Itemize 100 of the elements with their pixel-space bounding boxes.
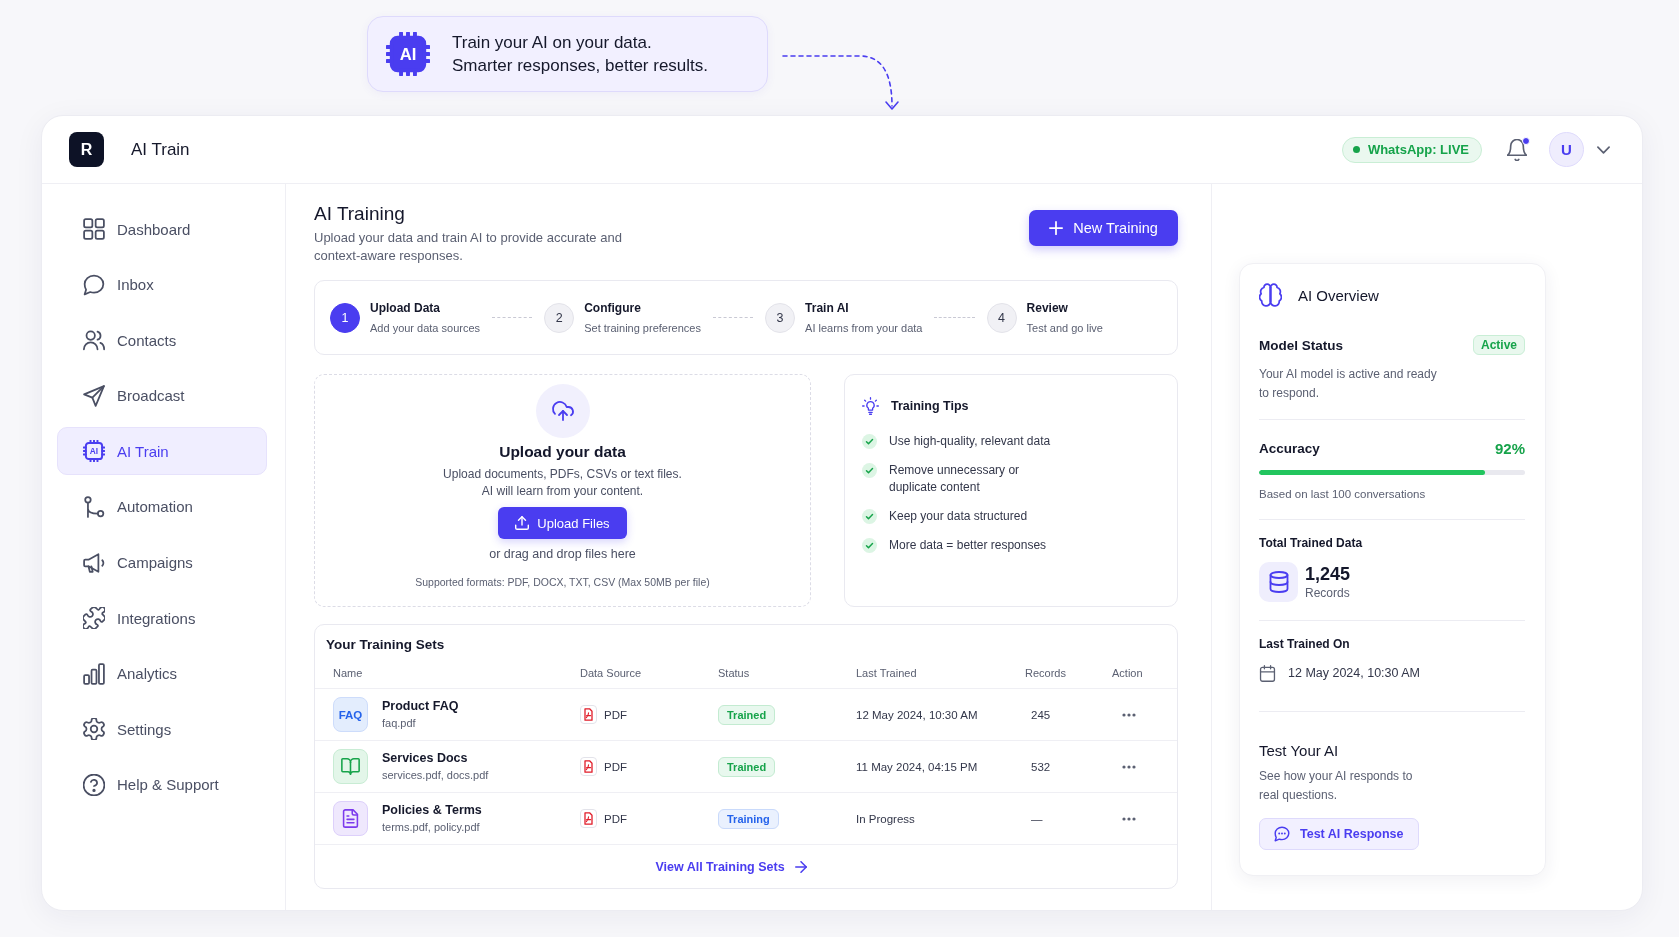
plus-icon: [1049, 221, 1064, 235]
step-title: Review: [1026, 299, 1068, 316]
avatar-button[interactable]: U: [1549, 132, 1584, 167]
settings-icon: [83, 718, 105, 741]
nav-item[interactable]: Dashboard: [57, 205, 267, 253]
last-trained: 12 May 2024, 10:30 AM: [856, 708, 978, 721]
accuracy-label: Accuracy: [1259, 440, 1320, 456]
nav-item[interactable]: Help & Support: [57, 760, 267, 809]
test-description: See how your AI responds to real questions.: [1259, 768, 1414, 804]
bar-chart-icon: [83, 662, 105, 685]
supported-formats: Supported formats: PDF, DOCX, TXT, CSV (Max 50MB per file): [415, 575, 710, 590]
contacts-icon: [83, 329, 105, 352]
model-status-label: Model Status: [1259, 337, 1343, 353]
step-number: 1: [330, 302, 360, 333]
connection-status: WhatsApp: LIVE: [1341, 136, 1482, 163]
check-icon: [862, 434, 877, 449]
chevron-down-icon[interactable]: [1597, 145, 1610, 154]
total-data-label: Total Trained Data: [1259, 535, 1363, 551]
nav-item[interactable]: Contacts: [57, 316, 267, 365]
record-count: 245: [1031, 708, 1051, 721]
more-icon[interactable]: [1122, 816, 1136, 821]
status-badge: Active: [1472, 335, 1525, 355]
book-icon: [333, 749, 368, 784]
data-source: PDF: [604, 812, 627, 825]
section-title: AI Training: [314, 202, 405, 226]
nav-item[interactable]: Campaigns: [57, 538, 267, 587]
nav-item[interactable]: Analytics: [57, 649, 267, 698]
megaphone-icon: [83, 551, 105, 574]
puzzle-icon: [83, 607, 105, 630]
status-badge: Trained: [718, 704, 776, 725]
total-data-unit: Records: [1305, 585, 1350, 601]
chip-icon: AI: [83, 440, 105, 463]
check-icon: [862, 538, 877, 553]
step-subtitle: Set training preferences: [584, 320, 701, 336]
accuracy-value: 92%: [1494, 439, 1525, 457]
upload-files-button[interactable]: Upload Files: [498, 507, 627, 539]
tip-text: More data = better responses: [889, 537, 1047, 554]
notification-icon[interactable]: [1507, 138, 1527, 161]
set-files: faq.pdf: [382, 716, 416, 731]
test-title: Test Your AI: [1259, 741, 1339, 761]
brain-icon: [1259, 283, 1282, 307]
last-trained-label: Last Trained On: [1259, 636, 1350, 652]
check-icon: [862, 463, 877, 478]
chip-icon: AI: [386, 32, 430, 76]
record-count: —: [1031, 812, 1043, 825]
status-badge: Trained: [718, 756, 776, 777]
more-icon[interactable]: [1122, 764, 1136, 769]
pdf-file-icon: [580, 757, 597, 776]
more-icon[interactable]: [1122, 712, 1136, 717]
overview-title: AI Overview: [1298, 286, 1379, 304]
nav-item[interactable]: Broadcast: [57, 371, 267, 420]
tip-text: Remove unnecessary or duplicate content: [889, 462, 1021, 496]
upload-description: AI will learn from your content.: [481, 483, 644, 500]
nav-item[interactable]: Automation: [57, 482, 267, 531]
accuracy-note: Based on last 100 conversations: [1259, 487, 1426, 502]
help-icon: [83, 773, 105, 796]
record-count: 532: [1031, 760, 1051, 773]
step-number: 2: [544, 302, 575, 333]
last-trained-date: 12 May 2024, 10:30 AM: [1288, 666, 1421, 680]
upload-description: Upload documents, PDFs, CSVs or text files.: [443, 466, 682, 483]
nav-item[interactable]: Settings: [57, 705, 267, 754]
arrow-right-icon: [794, 860, 807, 873]
data-source: PDF: [604, 708, 627, 721]
status-dot-icon: [1352, 146, 1360, 153]
paper-plane-icon: [83, 384, 105, 407]
column-header: Records: [1025, 666, 1066, 679]
upload-icon: [515, 516, 530, 530]
nav-item[interactable]: Integrations: [57, 594, 267, 643]
view-all-link[interactable]: View All Training Sets: [655, 859, 807, 874]
nav-item[interactable]: AI AI Train: [57, 427, 267, 476]
callout-text: Smarter responses, better results.: [452, 55, 709, 77]
step-subtitle: AI learns from your data: [805, 320, 923, 336]
test-response-button[interactable]: Test AI Response: [1259, 818, 1419, 850]
upload-dropzone[interactable]: Upload your data Upload documents, PDFs, CSVs or text files. AI will learn from your content. Upload Files or drag and drop files here Supported formats: PDF, DOCX, TXT, CSV (Max 50MB per file): [314, 374, 811, 607]
step-number: 3: [765, 302, 796, 333]
step-title: Configure: [584, 299, 641, 316]
column-header: Last Trained: [856, 666, 917, 679]
dashboard-icon: [83, 218, 105, 240]
document-icon: [333, 801, 368, 836]
nav-item[interactable]: Inbox: [57, 260, 267, 309]
step-subtitle: Test and go live: [1026, 320, 1103, 336]
set-name: Policies & Terms: [382, 802, 482, 818]
last-trained: 11 May 2024, 04:15 PM: [856, 760, 978, 773]
training-sets-title: Your Training Sets: [326, 636, 445, 654]
new-training-button[interactable]: New Training: [1029, 210, 1178, 246]
set-files: terms.pdf, policy.pdf: [382, 820, 480, 835]
callout-text: Train your AI on your data.: [452, 32, 652, 54]
check-icon: [862, 509, 877, 524]
step-title: Upload Data: [370, 299, 440, 316]
chat-icon: [1274, 826, 1290, 842]
calendar-icon: [1259, 664, 1276, 682]
step-subtitle: Add your data sources: [370, 320, 481, 336]
abbreviation-tile: FAQ: [333, 697, 368, 732]
section-subtitle: Upload your data and train AI to provide accurate and context-aware responses.: [314, 229, 623, 265]
drag-drop-hint: or drag and drop files here: [489, 546, 636, 562]
column-header: Name: [333, 666, 363, 679]
chat-bubble-icon: [83, 273, 105, 296]
step-title: Train AI: [805, 299, 849, 316]
step-number: 4: [986, 302, 1017, 333]
app-logo: R: [69, 132, 104, 167]
